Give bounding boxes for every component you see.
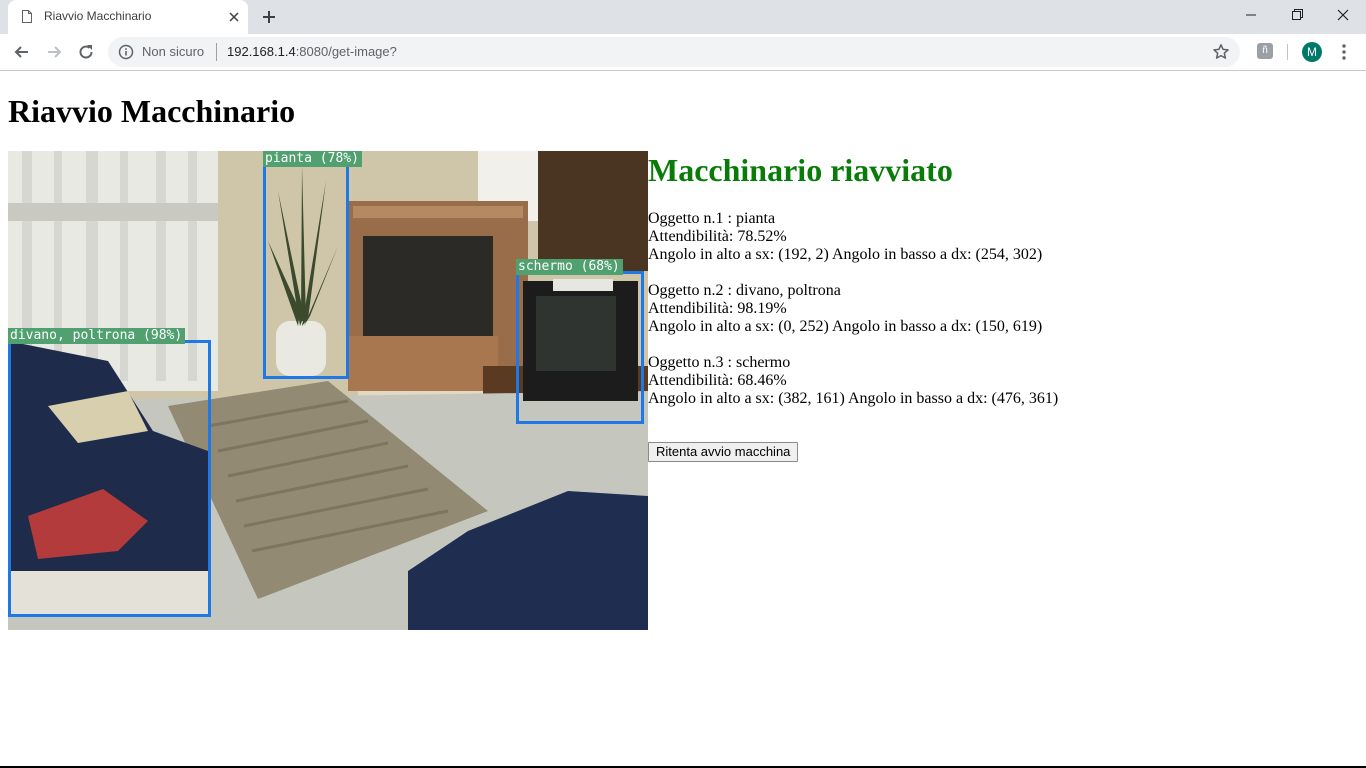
detection-box	[516, 271, 644, 424]
page-icon	[22, 10, 32, 23]
url-host: 192.168.1.4	[227, 44, 296, 59]
result-item: Oggetto n.1 : pianta Attendibilità: 78.5…	[648, 210, 1058, 264]
detection-image: pianta (78%) schermo (68%) divano, poltr…	[8, 151, 648, 630]
result-corners: Angolo in alto a sx: (382, 161) Angolo i…	[648, 390, 1059, 407]
result-item: Oggetto n.2 : divano, poltrona Attendibi…	[648, 282, 1058, 336]
tab-title: Riavvio Macchinario	[44, 9, 152, 23]
bookmark-star-icon[interactable]	[1212, 43, 1230, 61]
new-tab-icon[interactable]	[260, 8, 278, 26]
info-icon[interactable]	[118, 44, 134, 60]
detection-label: schermo (68%)	[516, 259, 623, 275]
result-corners: Angolo in alto a sx: (0, 252) Angolo in …	[648, 318, 1043, 335]
more-menu-icon[interactable]	[1336, 43, 1352, 61]
url-path: :8080/get-image?	[295, 44, 397, 59]
browser-tab[interactable]: Riavvio Macchinario	[8, 0, 248, 34]
reload-icon[interactable]	[76, 42, 96, 62]
result-confidence: Attendibilità: 78.52%	[648, 228, 787, 245]
toolbar-divider	[1287, 44, 1288, 60]
detection-label: pianta (78%)	[263, 151, 362, 167]
close-tab-icon[interactable]	[226, 9, 242, 25]
security-status[interactable]: Non sicuro	[142, 44, 204, 59]
result-confidence: Attendibilità: 98.19%	[648, 300, 787, 317]
back-arrow-icon[interactable]	[12, 42, 32, 62]
result-object-name: Oggetto n.1 : pianta	[648, 210, 776, 227]
browser-tabstrip: Riavvio Macchinario	[0, 0, 1366, 34]
status-heading: Macchinario riavviato	[648, 152, 953, 188]
detection-results: Oggetto n.1 : pianta Attendibilità: 78.5…	[648, 210, 1058, 426]
result-confidence: Attendibilità: 68.46%	[648, 372, 787, 389]
detection-box	[263, 163, 349, 379]
forward-arrow-icon[interactable]	[44, 42, 64, 62]
result-item: Oggetto n.3 : schermo Attendibilità: 68.…	[648, 354, 1058, 408]
extension-icon[interactable]: ñ	[1257, 43, 1273, 59]
result-object-name: Oggetto n.3 : schermo	[648, 354, 791, 371]
browser-toolbar: Non sicuro 192.168.1.4:8080/get-image? ñ…	[0, 34, 1366, 71]
close-window-icon[interactable]	[1320, 0, 1366, 30]
detection-label: divano, poltrona (98%)	[8, 328, 186, 344]
address-bar[interactable]: Non sicuro 192.168.1.4:8080/get-image?	[108, 37, 1240, 67]
minimize-window-icon[interactable]	[1228, 0, 1274, 30]
page-title: Riavvio Macchinario	[8, 93, 296, 129]
result-corners: Angolo in alto a sx: (192, 2) Angolo in …	[648, 246, 1043, 263]
omnibox-divider	[216, 43, 217, 61]
result-object-name: Oggetto n.2 : divano, poltrona	[648, 282, 841, 299]
detection-box	[8, 340, 211, 617]
restore-window-icon[interactable]	[1274, 0, 1320, 30]
profile-avatar[interactable]: M	[1302, 42, 1322, 62]
url-text[interactable]: 192.168.1.4:8080/get-image?	[227, 44, 397, 59]
retry-button[interactable]: Ritenta avvio macchina	[648, 442, 799, 462]
